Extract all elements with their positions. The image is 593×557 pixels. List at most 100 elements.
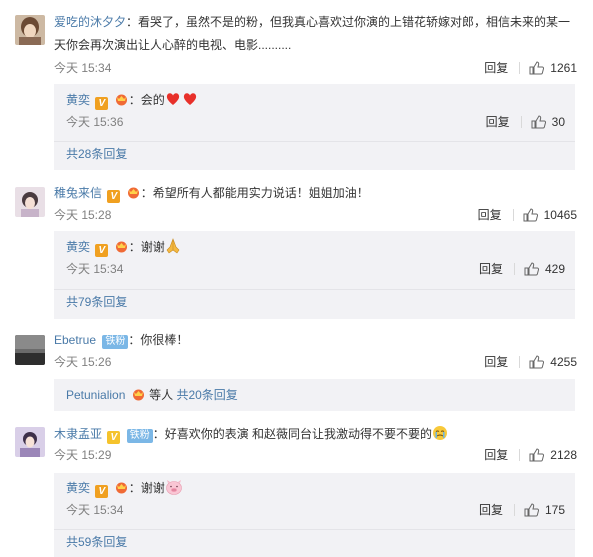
reply-button[interactable]: 回复	[484, 445, 508, 465]
avatar[interactable]	[15, 15, 45, 45]
sub-reply-text: 黄奕 V ：谢谢	[66, 477, 563, 502]
like-count: 1261	[550, 61, 577, 75]
vip-crown-icon	[115, 241, 127, 253]
vip-crown-icon	[132, 389, 144, 401]
reply-button[interactable]: 回复	[478, 205, 502, 225]
reply-button[interactable]: 回复	[479, 500, 503, 520]
avatar[interactable]	[15, 427, 45, 457]
reply-button[interactable]: 回复	[479, 259, 503, 279]
comment-body-line2: 天你会再次演出让人心醉的电视、电影..........	[54, 38, 292, 52]
sub-reply-box: 黄奕 V ：会的 今天 15:36 回复 30 共28条回复	[54, 84, 575, 170]
divider	[54, 289, 575, 290]
sub-reply-username[interactable]: Petunialion	[66, 388, 125, 402]
sub-reply-text: 黄奕 V ：谢谢	[66, 236, 563, 261]
divider	[519, 62, 521, 74]
sub-reply-meta: 今天 15:34 回复 429	[66, 259, 565, 279]
like-button[interactable]: 30	[531, 112, 565, 132]
username[interactable]: 稚兔来信	[54, 186, 102, 200]
thumb-up-icon	[529, 61, 545, 75]
sub-reply-username[interactable]: 黄奕	[66, 93, 90, 107]
timestamp: 今天 15:34	[54, 61, 112, 75]
timestamp: 今天 15:34	[66, 503, 124, 517]
avatar[interactable]	[15, 187, 45, 217]
comment-body: 你很棒！	[140, 333, 189, 347]
like-count: 4255	[550, 355, 577, 369]
timestamp: 今天 15:36	[66, 115, 124, 129]
comment-text: Ebetrue 铁粉 ：你很棒！	[54, 333, 189, 349]
comment-body: 好喜欢你的表演 和赵薇同台让我激动得不要不要的	[164, 427, 433, 441]
divider	[513, 263, 515, 275]
sub-reply-body: 等人	[149, 388, 174, 402]
sub-reply-username[interactable]: 黄奕	[66, 481, 90, 495]
v-badge-icon: V	[95, 244, 109, 257]
divider	[519, 449, 521, 461]
thumb-up-icon	[524, 503, 539, 517]
fan-badge: 铁粉	[102, 335, 129, 349]
comment-text: 稚兔来信 V ：希望所有人都能用实力说话！姐姐加油！	[54, 186, 369, 203]
username[interactable]: 木隶孟亚	[54, 427, 102, 441]
comment-meta: 今天 15:28 回复 10465	[54, 205, 577, 225]
like-count: 2128	[550, 448, 577, 462]
divider	[54, 141, 575, 142]
thumb-up-icon	[523, 208, 538, 222]
comment-meta: 今天 15:29 回复 2128	[54, 445, 577, 465]
timestamp: 今天 15:29	[54, 448, 112, 462]
reply-button[interactable]: 回复	[484, 352, 508, 372]
more-replies-link[interactable]: 共79条回复	[66, 292, 127, 312]
divider	[519, 356, 521, 368]
fan-badge: 铁粉	[126, 429, 153, 443]
pray-emoji-icon	[165, 238, 181, 261]
comment-meta: 今天 15:34 回复 1261	[54, 58, 577, 78]
vip-crown-icon	[127, 187, 139, 199]
like-button[interactable]: 429	[524, 259, 565, 279]
sub-reply-body: 谢谢	[140, 240, 165, 254]
like-count: 10465	[543, 208, 577, 222]
sub-reply-box: Petunialion 等人 共20条回复	[54, 379, 575, 411]
sub-reply-text: Petunialion 等人 共20条回复	[66, 384, 563, 406]
divider	[513, 504, 515, 516]
like-button[interactable]: 2128	[529, 445, 577, 465]
reply-button[interactable]: 回复	[486, 112, 510, 132]
divider	[54, 529, 575, 530]
more-replies-link[interactable]: 共28条回复	[66, 144, 127, 164]
vip-crown-icon	[115, 482, 127, 494]
comment-text: 爱吃的沐夕夕：看哭了，虽然不是的粉，但我真心喜欢过你演的上错花轿嫁对郎，相信未来…	[54, 15, 571, 29]
divider	[512, 209, 514, 221]
thumb-up-icon	[524, 262, 539, 276]
sub-reply-body: 会的	[140, 93, 165, 107]
reply-button[interactable]: 回复	[484, 58, 508, 78]
comment-item: 爱吃的沐夕夕：看哭了，虽然不是的粉，但我真心喜欢过你演的上错花轿嫁对郎，相信未来…	[0, 0, 593, 175]
like-count: 30	[551, 115, 565, 129]
sub-reply-username[interactable]: 黄奕	[66, 240, 90, 254]
thumb-up-icon	[529, 355, 545, 369]
avatar[interactable]	[15, 335, 45, 365]
timestamp: 今天 15:28	[54, 208, 112, 222]
sub-reply-meta: 今天 15:36 回复 30	[66, 112, 565, 132]
v-badge-icon: V	[95, 97, 109, 110]
sub-reply-body: 谢谢	[140, 481, 165, 495]
username[interactable]: 爱吃的沐夕夕	[54, 15, 126, 29]
v-badge-icon: V	[107, 190, 121, 203]
comment-body: 希望所有人都能用实力说话！姐姐加油！	[152, 186, 369, 200]
comment-meta: 今天 15:26 回复 4255	[54, 352, 577, 372]
like-button[interactable]: 175	[524, 500, 565, 520]
username[interactable]: Ebetrue	[54, 333, 96, 347]
like-button[interactable]: 10465	[523, 205, 577, 225]
sub-reply-box: 黄奕 V ：谢谢 今天 15:34 回复 429 共79条回复	[54, 231, 575, 319]
like-button[interactable]: 4255	[529, 352, 577, 372]
sub-reply-box: 黄奕 V ：谢谢 今天 15:34 回复 175 共59条回复	[54, 473, 575, 557]
comment-text-line2: 天你会再次演出让人心醉的电视、电影..........	[54, 34, 577, 56]
v-badge-icon: V	[95, 485, 109, 498]
divider	[520, 116, 522, 128]
comment-item: Ebetrue 铁粉 ：你很棒！ 今天 15:26 回复 4255 Petunia…	[0, 323, 593, 415]
v-badge-icon: V	[107, 431, 121, 444]
vip-crown-icon	[115, 94, 127, 106]
comment-item: 木隶孟亚 V 铁粉 ：好喜欢你的表演 和赵薇同台让我激动得不要不要的 今天 15:…	[0, 415, 593, 557]
like-count: 175	[544, 503, 565, 517]
more-replies-link[interactable]: 共59条回复	[66, 532, 127, 552]
timestamp: 今天 15:26	[54, 355, 112, 369]
more-replies-link[interactable]: 共20条回复	[176, 388, 237, 402]
pig-emoji-icon	[165, 479, 183, 502]
like-button[interactable]: 1261	[529, 58, 577, 78]
sub-reply-text: 黄奕 V ：会的	[66, 89, 563, 114]
